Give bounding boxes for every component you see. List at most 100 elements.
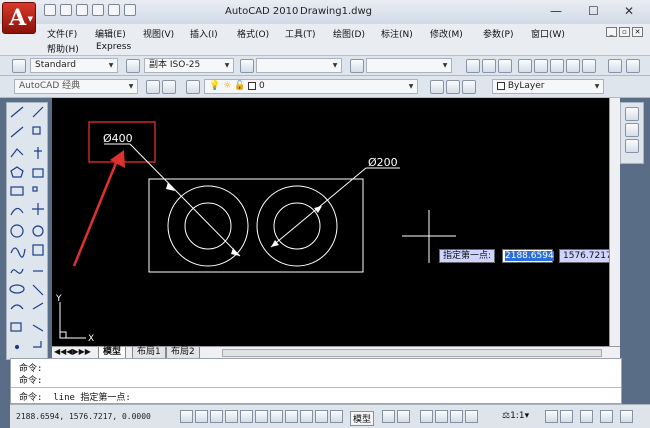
steeringwheel-icon[interactable]: [450, 410, 463, 423]
table-style-icon[interactable]: [240, 59, 254, 73]
tool-icons: [9, 106, 44, 350]
model-space-button[interactable]: 模型: [350, 411, 375, 426]
layer-dropdown[interactable]: 💡 ☼ 🔓 0 ▼: [204, 79, 418, 94]
workspace-save-icon[interactable]: [162, 80, 176, 94]
open-icon[interactable]: [482, 59, 496, 73]
layers-toolbar: AutoCAD 经典 ▼ 💡 ☼ 🔓 0 ▼ ByLayer ▼: [0, 76, 650, 98]
lineweight-icon[interactable]: [330, 410, 343, 423]
grid-display-icon[interactable]: [210, 410, 223, 423]
publish-icon[interactable]: [550, 59, 564, 73]
menu-tools[interactable]: 工具(T): [285, 27, 316, 40]
polar-tracking-icon[interactable]: [240, 410, 253, 423]
menu-modify[interactable]: 修改(M): [430, 27, 463, 40]
dynamic-input-icon[interactable]: [315, 410, 328, 423]
color-value: ByLayer: [507, 81, 545, 91]
toolbar-lock-icon[interactable]: [600, 410, 613, 423]
chevron-down-icon: ▼: [27, 15, 33, 23]
quick-view-layouts-icon[interactable]: [382, 410, 395, 423]
annotation-scale[interactable]: ⚖1:1▾: [502, 411, 529, 421]
color-dropdown[interactable]: ByLayer ▼: [492, 79, 604, 94]
dynamic-input-y[interactable]: 1576.7217: [559, 249, 609, 263]
mdi-minimize-icon[interactable]: _: [606, 27, 617, 37]
drawing-canvas[interactable]: Ø400 Ø200 Y X 指定第一点: 2188.6594 1576.7217: [52, 98, 609, 346]
mdi-close-icon[interactable]: ✕: [632, 27, 643, 37]
dim-style-dropdown[interactable]: 副本 ISO-25 ▼: [144, 58, 234, 73]
rotate-icon: [32, 225, 44, 237]
auto-scale-icon[interactable]: [560, 410, 573, 423]
plot-icon[interactable]: [518, 59, 532, 73]
bring-above-icon[interactable]: [625, 139, 639, 153]
clean-screen-icon[interactable]: [620, 410, 633, 423]
qat-redo-icon[interactable]: [108, 4, 120, 16]
etransmit-icon[interactable]: [582, 59, 596, 73]
menu-insert[interactable]: 插入(I): [190, 27, 218, 40]
maximize-button[interactable]: ☐: [588, 4, 599, 18]
text-style-dropdown[interactable]: Standard ▼: [30, 58, 118, 73]
tab-nav-icons[interactable]: ◀◀◀▶▶▶: [54, 347, 91, 356]
cut-icon[interactable]: [608, 59, 622, 73]
copy-icon[interactable]: [626, 59, 640, 73]
menu-window[interactable]: 窗口(W): [531, 27, 565, 40]
qat-new-icon[interactable]: [44, 4, 56, 16]
snap-mode-icon[interactable]: [195, 410, 208, 423]
menu-help[interactable]: 帮助(H): [47, 42, 79, 55]
workspace-settings-icon[interactable]: [146, 80, 160, 94]
qat-save-icon[interactable]: [76, 4, 88, 16]
dim-leader-left: [129, 143, 241, 257]
minimize-button[interactable]: —: [550, 4, 562, 18]
menu-dimension[interactable]: 标注(N): [381, 27, 413, 40]
showmotion-icon[interactable]: [465, 410, 478, 423]
infer-constraints-icon[interactable]: [180, 410, 193, 423]
dynamic-input-x[interactable]: 2188.6594: [502, 249, 554, 263]
workspace-dropdown[interactable]: AutoCAD 经典 ▼: [14, 79, 138, 94]
quick-view-drawings-icon[interactable]: [397, 410, 410, 423]
qat-open-icon[interactable]: [60, 4, 72, 16]
horizontal-scrollbar[interactable]: [222, 349, 602, 357]
menu-edit[interactable]: 编辑(E): [95, 27, 126, 40]
save-icon[interactable]: [498, 59, 512, 73]
menu-draw[interactable]: 绘图(D): [333, 27, 365, 40]
array-icon: [32, 186, 38, 192]
mdi-restore-icon[interactable]: ▫: [619, 27, 630, 37]
workspace-switching-icon[interactable]: [580, 410, 593, 423]
pan-icon[interactable]: [420, 410, 433, 423]
menu-parametric[interactable]: 参数(P): [483, 27, 513, 40]
qat-plot-icon[interactable]: [124, 4, 136, 16]
make-object-layer-current-icon[interactable]: [430, 80, 444, 94]
multileader-style-icon[interactable]: [350, 59, 364, 73]
construction-line-icon: [10, 126, 24, 138]
layer-previous-icon[interactable]: [446, 80, 460, 94]
3d-dwf-icon[interactable]: [566, 59, 580, 73]
ortho-mode-icon[interactable]: [225, 410, 238, 423]
multileader-style-dropdown[interactable]: ▼: [366, 58, 452, 73]
qat-undo-icon[interactable]: [92, 4, 104, 16]
chevron-down-icon: ▼: [224, 62, 230, 69]
text-style-icon[interactable]: [12, 59, 26, 73]
command-window[interactable]: 命令: 命令: 命令: line 指定第一点:: [10, 358, 622, 404]
application-menu-button[interactable]: A ▼: [2, 2, 36, 34]
new-icon[interactable]: [466, 59, 480, 73]
coordinate-readout: 2188.6594, 1576.7217, 0.0000: [16, 412, 151, 421]
send-to-back-icon[interactable]: [625, 123, 639, 137]
object-snap-tracking-icon[interactable]: [285, 410, 298, 423]
plot-preview-icon[interactable]: [534, 59, 548, 73]
layout-tab-bar: ◀◀◀▶▶▶ 模型 布局1 布局2: [52, 346, 620, 359]
window-title-document: Drawing1.dwg: [300, 6, 372, 17]
annotation-visibility-icon[interactable]: [545, 410, 558, 423]
zoom-icon[interactable]: [435, 410, 448, 423]
menu-format[interactable]: 格式(O): [237, 27, 269, 40]
bring-to-front-icon[interactable]: [625, 107, 639, 121]
menu-file[interactable]: 文件(F): [47, 27, 77, 40]
menu-view[interactable]: 视图(V): [143, 27, 174, 40]
vertical-scrollbar[interactable]: [609, 98, 620, 346]
dynamic-ucs-icon[interactable]: [300, 410, 313, 423]
dim-style-icon[interactable]: [126, 59, 140, 73]
layer-states-icon[interactable]: [462, 80, 476, 94]
3d-osnap-icon[interactable]: [270, 410, 283, 423]
object-snap-icon[interactable]: [255, 410, 268, 423]
close-button[interactable]: ✕: [624, 4, 634, 18]
layer-properties-icon[interactable]: [186, 80, 200, 94]
layer-color-swatch: [248, 81, 257, 90]
menu-express[interactable]: Express: [96, 42, 131, 52]
table-style-dropdown[interactable]: ▼: [256, 58, 342, 73]
